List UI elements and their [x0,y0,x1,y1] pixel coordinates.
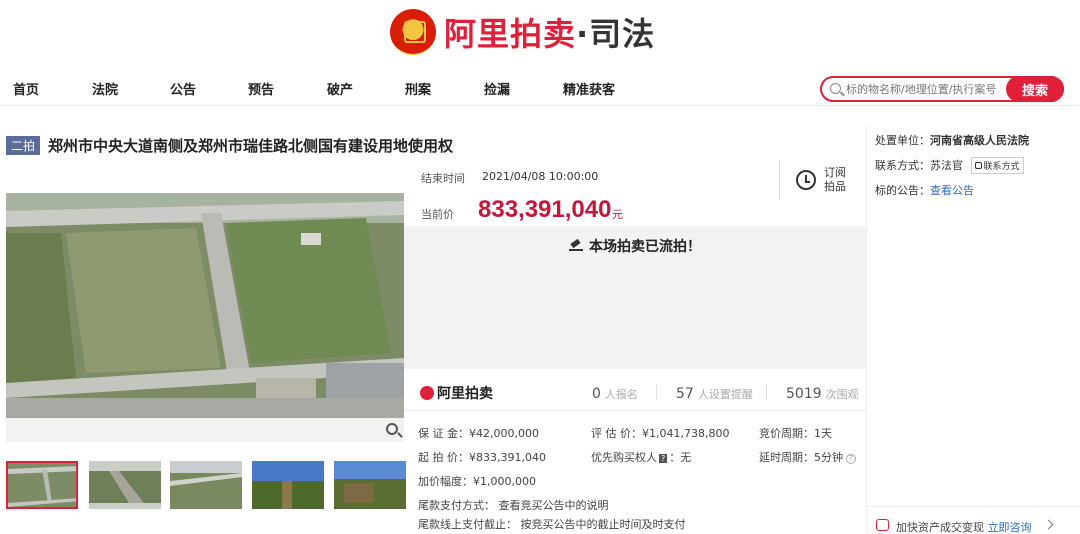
phone-icon [974,162,982,169]
bid-increment: 加价幅度：¥1,000,000 [418,475,536,488]
nav-item-bargain[interactable]: 捡漏 [484,79,510,98]
search-button[interactable]: 搜索 [1006,76,1064,102]
end-time: 2021/04/08 10:00:00 [482,170,599,183]
nav-item-preview[interactable]: 预告 [248,79,274,98]
reminder-count: 57 人设置提醒 [676,386,753,402]
current-price: 833,391,040 [478,196,612,223]
priority-buyer: 优先购买权人? ：无 [591,451,692,464]
bid-cycle: 竞价周期：1天 [759,427,832,440]
auction-status-panel: 本场拍卖已流拍！ [404,226,866,369]
end-time-label: 结束时间 [421,172,465,185]
alarm-clock-icon[interactable] [796,170,816,190]
round-badge: 二拍 [6,135,41,155]
nav-item-home[interactable]: 首页 [13,79,39,98]
search-box: 搜索 [820,76,1064,102]
contact-row: 联系方式：苏法官 联系方式 [875,157,1024,174]
court-row: 处置单位：河南省高级人民法院 [875,134,1029,147]
contact-button[interactable]: 联系方式 [970,157,1024,174]
main-photo[interactable] [6,193,404,418]
thumbnail-image [170,461,242,509]
asset-cart-icon [876,519,889,531]
thumbnail-1[interactable] [6,461,78,509]
signup-count: 0 人报名 [592,386,638,402]
starting-price: 起 拍 价：¥833,391,040 [418,451,546,464]
thumbnail-image [252,461,324,509]
site-header: 阿里拍卖·司法 [0,0,1080,66]
photo-toolbar [6,418,404,442]
thumbnail-4[interactable] [252,461,324,509]
site-logo[interactable]: 阿里拍卖·司法 [390,6,655,58]
gavel-icon [569,241,583,251]
listing-title-row: 二拍 郑州市中央大道南侧及郑州市瑞佳路北侧国有建设用地使用权 [6,134,453,156]
tail-payment-deadline: 尾款线上支付截止： 按竞买公告中的截止时间及时支付 [418,518,686,531]
thumbnail-image [334,461,406,509]
auction-status: 本场拍卖已流拍！ [404,236,866,256]
court-name[interactable]: 河南省高级人民法院 [930,134,1029,147]
court-sidebar: 处置单位：河南省高级人民法院 联系方式：苏法官 联系方式 标的公告：查看公告 [866,126,1080,534]
stat-separator [656,385,657,399]
thumbnail-image [8,463,76,507]
logo-text: 阿里拍卖·司法 [444,15,656,53]
nav-item-bankruptcy[interactable]: 破产 [327,79,353,98]
subscribe-button[interactable]: 订阅拍品 [824,166,848,194]
help-icon[interactable]: ? [846,454,856,464]
view-count: 5019 次围观 [786,386,859,402]
divider [779,160,780,200]
chevron-right-icon [1043,519,1054,530]
priority-info-icon[interactable]: ? [659,454,668,463]
consult-text: 加快资产成交变现 立即咨询 [896,521,1032,534]
delay-cycle: 延时周期：5分钟? [759,449,856,465]
nav-item-criminal[interactable]: 刑案 [405,79,431,98]
search-input[interactable] [846,81,1006,98]
nav-item-court[interactable]: 法院 [92,79,118,98]
listing-title: 郑州市中央大道南侧及郑州市瑞佳路北侧国有建设用地使用权 [48,136,454,155]
nav-item-precise[interactable]: 精准获客 [563,79,615,98]
thumbnail-2[interactable] [89,461,161,509]
thumbnail-image [89,461,161,509]
current-price-label: 当前价 [421,208,454,221]
nav-item-notice[interactable]: 公告 [170,79,196,98]
appraisal-price: 评 估 价：¥1,041,738,800 [591,427,730,440]
tail-payment-method: 尾款支付方式： 查看竞买公告中的说明 [418,499,609,512]
ali-auction-logo: 阿里拍卖 [420,383,493,403]
thumbnail-5[interactable] [334,461,406,509]
stats-bar: 阿里拍卖 0 人报名 57 人设置提醒 5019 次围观 [404,371,866,411]
thumbnail-3[interactable] [170,461,242,509]
deposit: 保 证 金：¥42,000,000 [418,427,539,440]
consult-bar[interactable]: 加快资产成交变现 立即咨询 [866,506,1080,534]
view-notice-link[interactable]: 查看公告 [930,184,974,197]
notice-row: 标的公告：查看公告 [875,184,974,197]
price-unit: 元 [612,208,623,221]
ali-logo-icon [420,386,434,400]
consult-link[interactable]: 立即咨询 [988,521,1032,534]
aerial-photo-image [6,193,404,418]
stat-separator [766,385,767,399]
court-emblem-icon [390,9,436,55]
contact-name: 苏法官 [930,159,963,172]
search-icon [830,83,841,94]
zoom-icon[interactable] [386,423,398,435]
